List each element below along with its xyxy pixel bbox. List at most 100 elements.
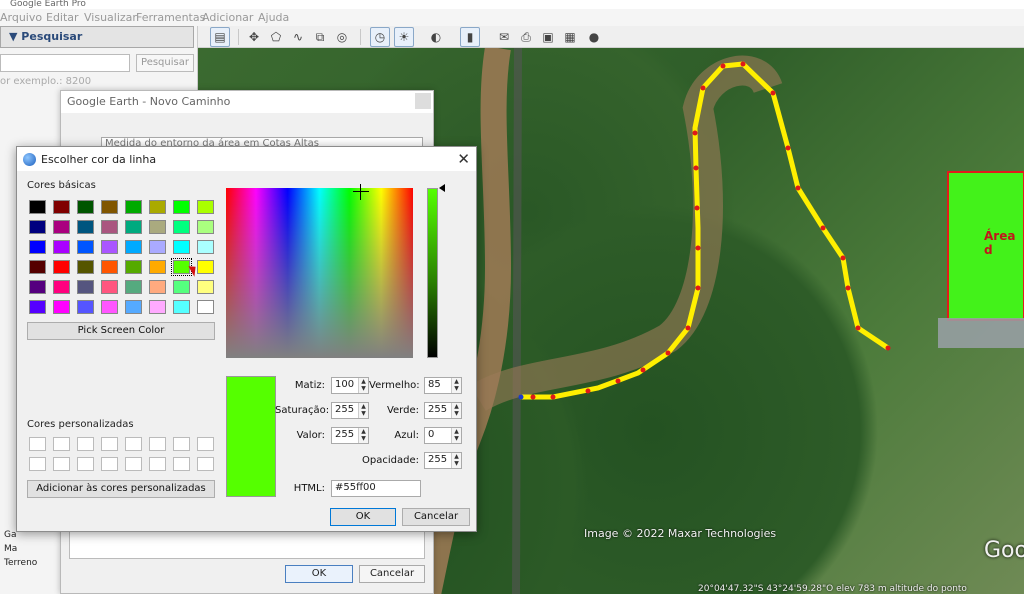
spin-arrows-icon[interactable]: ▲ ▼: [358, 378, 368, 393]
basic-color-swatch[interactable]: [29, 240, 46, 254]
maps-icon[interactable]: ▦: [560, 27, 580, 47]
description-field[interactable]: [69, 531, 425, 559]
html-color-field[interactable]: #55ff00: [331, 480, 421, 497]
color-ok-button[interactable]: OK: [330, 508, 396, 526]
custom-color-slot[interactable]: [173, 457, 190, 471]
basic-color-swatch[interactable]: [125, 300, 142, 314]
red-spinbox[interactable]: 85 ▲ ▼: [424, 377, 462, 394]
close-icon[interactable]: ✕: [457, 150, 470, 168]
history-icon[interactable]: ◷: [370, 27, 390, 47]
basic-color-swatch[interactable]: [77, 280, 94, 294]
blue-spinbox[interactable]: 0 ▲ ▼: [424, 427, 462, 444]
basic-color-swatch[interactable]: [53, 300, 70, 314]
color-cancel-button[interactable]: Cancelar: [402, 508, 470, 526]
spin-arrows-icon[interactable]: ▲ ▼: [451, 428, 461, 443]
tour-icon[interactable]: ◎: [332, 27, 352, 47]
custom-color-slot[interactable]: [53, 437, 70, 451]
basic-color-swatch[interactable]: [77, 260, 94, 274]
email-icon[interactable]: ✉: [494, 27, 514, 47]
globe-icon[interactable]: ●: [584, 27, 604, 47]
sidebar-toggle-icon[interactable]: ▤: [210, 27, 230, 47]
custom-color-slot[interactable]: [125, 437, 142, 451]
search-panel-header[interactable]: ▼ Pesquisar: [0, 26, 194, 48]
basic-color-swatch[interactable]: [173, 220, 190, 234]
basic-color-swatch[interactable]: [101, 280, 118, 294]
menu-visualizar[interactable]: Visualizar: [84, 11, 137, 24]
luminance-pointer-icon[interactable]: [439, 184, 445, 192]
saturation-spinbox[interactable]: 255 ▲ ▼: [331, 402, 369, 419]
custom-color-slot[interactable]: [29, 437, 46, 451]
custom-color-slot[interactable]: [77, 457, 94, 471]
basic-color-swatch[interactable]: [53, 240, 70, 254]
ruler-icon[interactable]: ▮: [460, 27, 480, 47]
menu-ferramentas[interactable]: Ferramentas: [136, 11, 205, 24]
search-input[interactable]: [0, 54, 130, 72]
luminance-slider[interactable]: [427, 188, 438, 358]
spin-arrows-icon[interactable]: ▲ ▼: [451, 403, 461, 418]
basic-color-swatch[interactable]: [29, 280, 46, 294]
basic-color-swatch[interactable]: [125, 240, 142, 254]
planet-icon[interactable]: ◐: [426, 27, 446, 47]
new-path-ok-button[interactable]: OK: [285, 565, 353, 583]
custom-color-slot[interactable]: [53, 457, 70, 471]
basic-color-swatch[interactable]: [53, 260, 70, 274]
basic-color-swatch[interactable]: [101, 300, 118, 314]
green-spinbox[interactable]: 255 ▲ ▼: [424, 402, 462, 419]
basic-color-swatch[interactable]: [125, 280, 142, 294]
basic-color-swatch[interactable]: [29, 200, 46, 214]
basic-color-swatch[interactable]: [77, 220, 94, 234]
custom-color-slot[interactable]: [101, 457, 118, 471]
basic-color-swatch[interactable]: [101, 240, 118, 254]
custom-color-slot[interactable]: [125, 457, 142, 471]
color-spectrum[interactable]: [226, 188, 413, 358]
basic-color-swatch[interactable]: [125, 220, 142, 234]
pick-screen-color-button[interactable]: Pick Screen Color: [27, 322, 215, 340]
hue-spinbox[interactable]: 100 ▲ ▼: [331, 377, 369, 394]
alpha-spinbox[interactable]: 255 ▲ ▼: [424, 452, 462, 469]
tree-item[interactable]: Ga: [4, 530, 17, 540]
custom-color-slot[interactable]: [149, 457, 166, 471]
menu-ajuda[interactable]: Ajuda: [258, 11, 289, 24]
spectrum-crosshair[interactable]: [353, 184, 369, 200]
basic-color-swatch[interactable]: [149, 200, 166, 214]
basic-color-swatch[interactable]: [53, 200, 70, 214]
add-custom-color-button[interactable]: Adicionar às cores personalizadas: [27, 480, 215, 498]
sun-icon[interactable]: ☀: [394, 27, 414, 47]
basic-color-swatch[interactable]: [197, 200, 214, 214]
tree-item-terreno[interactable]: Terreno: [4, 558, 37, 568]
basic-color-swatch[interactable]: [77, 200, 94, 214]
menu-editar[interactable]: Editar: [46, 11, 79, 24]
save-image-icon[interactable]: ▣: [538, 27, 558, 47]
basic-color-swatch[interactable]: [29, 300, 46, 314]
placemark-icon[interactable]: ✥: [244, 27, 264, 47]
spin-arrows-icon[interactable]: ▲ ▼: [451, 378, 461, 393]
search-button[interactable]: Pesquisar: [136, 54, 194, 72]
custom-color-slot[interactable]: [101, 437, 118, 451]
close-icon[interactable]: [415, 93, 431, 109]
basic-color-swatch[interactable]: [77, 300, 94, 314]
basic-color-swatch[interactable]: [173, 200, 190, 214]
basic-color-swatch[interactable]: [29, 260, 46, 274]
custom-color-slot[interactable]: [197, 437, 214, 451]
menu-adicionar[interactable]: Adicionar: [202, 11, 253, 24]
print-icon[interactable]: ⎙: [516, 27, 536, 47]
basic-color-swatch[interactable]: [149, 260, 166, 274]
menu-arquivo[interactable]: Arquivo: [0, 11, 42, 24]
basic-color-swatch[interactable]: [101, 200, 118, 214]
basic-color-swatch[interactable]: [101, 260, 118, 274]
basic-color-swatch[interactable]: [125, 200, 142, 214]
basic-color-swatch[interactable]: [77, 240, 94, 254]
basic-color-swatch[interactable]: [149, 220, 166, 234]
basic-color-swatch[interactable]: [197, 240, 214, 254]
polygon-icon[interactable]: ⬠: [266, 27, 286, 47]
basic-color-swatch[interactable]: [197, 300, 214, 314]
basic-color-swatch[interactable]: [101, 220, 118, 234]
spin-arrows-icon[interactable]: ▲ ▼: [451, 453, 461, 468]
custom-color-slot[interactable]: [149, 437, 166, 451]
basic-color-swatch[interactable]: [149, 240, 166, 254]
basic-color-swatch[interactable]: [197, 260, 214, 274]
basic-color-swatch[interactable]: [149, 300, 166, 314]
basic-color-swatch[interactable]: [173, 300, 190, 314]
custom-color-slot[interactable]: [197, 457, 214, 471]
basic-color-swatch[interactable]: [173, 280, 190, 294]
